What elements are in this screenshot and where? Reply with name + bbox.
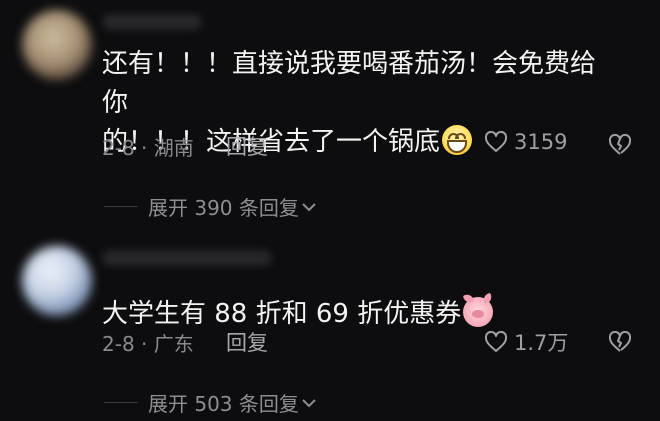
comment-date-location: 2-8 · 湖南 bbox=[102, 136, 194, 160]
chevron-down-icon bbox=[299, 397, 317, 409]
comment-text-line: 还有！！！直接说我要喝番茄汤！会免费给你 bbox=[102, 49, 597, 118]
comment-text-line: 大学生有 88 折和 69 折优惠券 bbox=[102, 299, 462, 329]
heart-icon bbox=[484, 331, 508, 353]
expand-replies-button[interactable]: 展开 503 条回复 bbox=[104, 388, 317, 417]
like-button[interactable]: 1.7万 bbox=[484, 327, 568, 357]
expand-replies-label: 展开 390 条回复 bbox=[148, 196, 299, 220]
reply-button[interactable]: 回复 bbox=[226, 131, 268, 161]
heart-icon bbox=[484, 131, 508, 153]
pig-face-icon bbox=[463, 297, 494, 327]
comment-item: 大学生有 88 折和 69 折优惠券 2-8 · 广东 回复 1.7万 展开 5… bbox=[0, 232, 660, 421]
grinning-face-icon bbox=[442, 125, 473, 155]
broken-heart-icon[interactable] bbox=[608, 134, 632, 156]
username-blurred[interactable] bbox=[102, 250, 272, 266]
like-count: 1.7万 bbox=[514, 331, 569, 355]
comment-date-location: 2-8 · 广东 bbox=[102, 332, 194, 356]
like-button[interactable]: 3159 bbox=[484, 130, 567, 154]
comment-item: 还有！！！直接说我要喝番茄汤！会免费给你 的！！！这样省去了一个锅底 2-8 ·… bbox=[0, 0, 660, 232]
reply-button[interactable]: 回复 bbox=[226, 327, 268, 357]
broken-heart-icon[interactable] bbox=[608, 331, 632, 353]
expand-replies-label: 展开 503 条回复 bbox=[148, 392, 299, 416]
username-blurred[interactable] bbox=[102, 14, 202, 30]
chevron-down-icon bbox=[299, 201, 317, 213]
divider-line bbox=[104, 402, 138, 403]
avatar[interactable] bbox=[22, 246, 92, 316]
divider-line bbox=[104, 206, 138, 207]
avatar[interactable] bbox=[22, 10, 92, 80]
like-count: 3159 bbox=[514, 130, 568, 154]
expand-replies-button[interactable]: 展开 390 条回复 bbox=[104, 192, 317, 221]
